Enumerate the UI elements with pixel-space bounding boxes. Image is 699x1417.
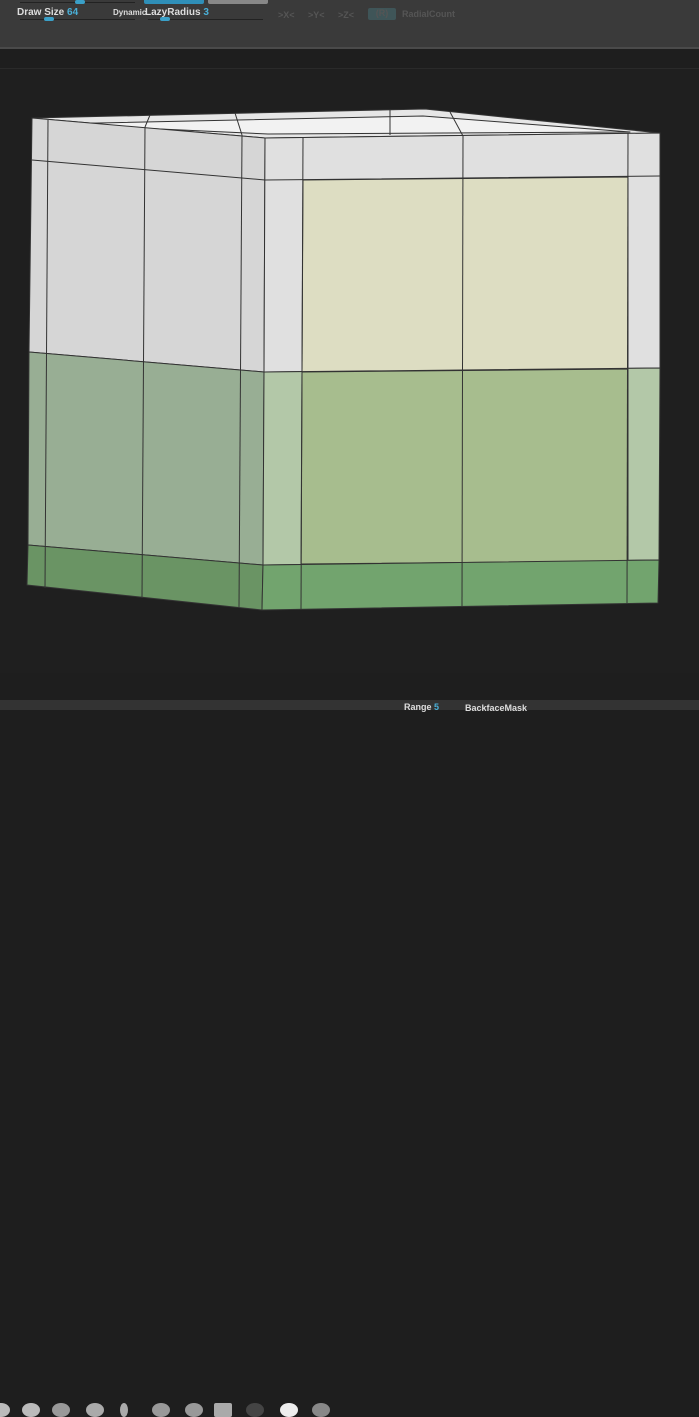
standard-brush-icon[interactable] [22, 1403, 40, 1417]
material-icon[interactable] [152, 1403, 170, 1417]
color-icon[interactable] [246, 1403, 264, 1417]
front-face-darkgreen [261, 559, 660, 611]
left-face-green [27, 351, 265, 566]
cube-mesh [26, 108, 661, 611]
cube-icon[interactable] [214, 1403, 232, 1417]
brush-icon[interactable] [0, 1403, 10, 1417]
front-face-yellow [301, 176, 629, 373]
bottom-toolbar: Range 5 BackfaceMask [0, 700, 699, 1417]
light-icon[interactable] [312, 1403, 330, 1417]
alpha-icon[interactable] [86, 1403, 104, 1417]
transpose-icon[interactable] [185, 1403, 203, 1417]
left-face-white [28, 117, 266, 373]
front-face-green-center [300, 368, 629, 565]
backface-mask-button[interactable]: BackfaceMask [465, 703, 527, 713]
range-label[interactable]: Range 5 [404, 702, 439, 712]
dots-stroke-icon[interactable] [52, 1403, 70, 1417]
texture-icon[interactable] [120, 1403, 128, 1417]
sphere-icon[interactable] [280, 1403, 298, 1417]
